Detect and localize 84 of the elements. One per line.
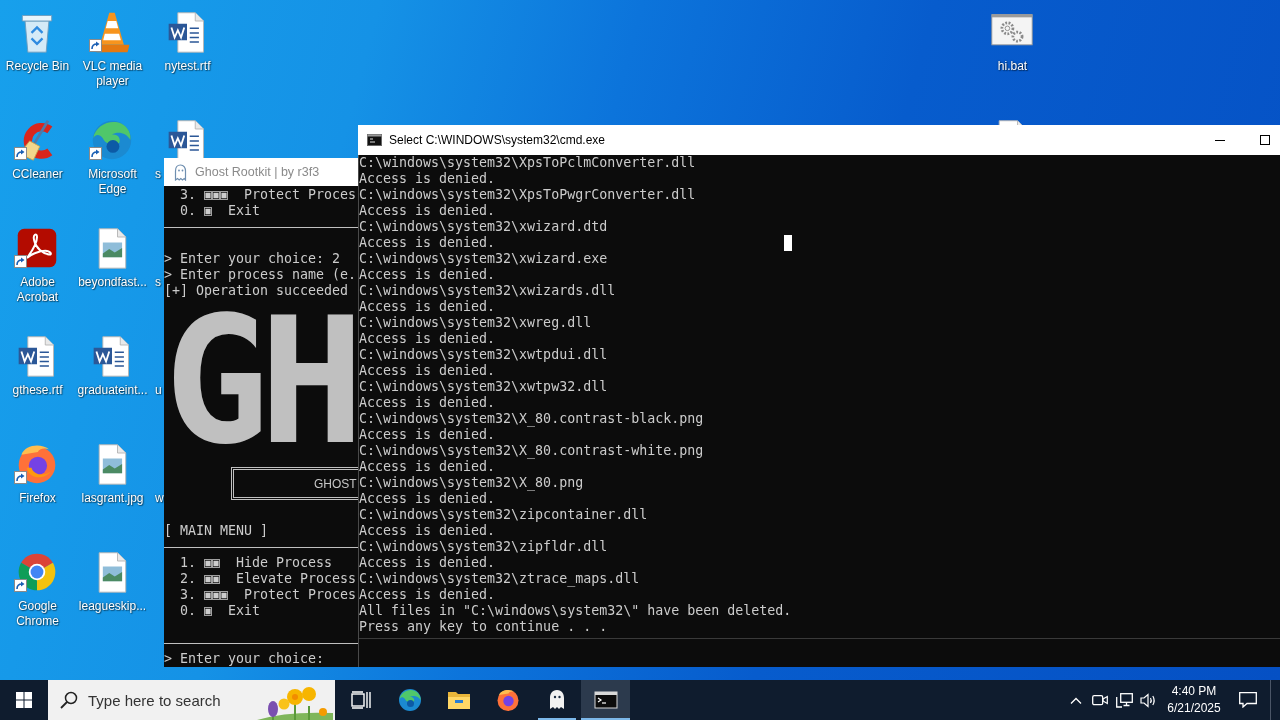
desktop-icon-label[interactable]: Microsoft Edge <box>75 167 150 197</box>
console-line: 3. ▣▣▣ Protect Proces <box>180 187 357 203</box>
windows-logo-icon <box>16 692 32 708</box>
console-line: C:\windows\system32\X_80.contrast-white.png <box>359 443 704 459</box>
banner-title: GHOST <box>314 475 357 492</box>
console-line: Access is denied. <box>359 555 496 571</box>
block-cursor-icon <box>784 235 792 251</box>
acrobat-icon[interactable] <box>15 226 59 270</box>
console-line: Access is denied. <box>359 267 496 283</box>
desktop-icon-label[interactable]: s <box>155 167 161 182</box>
window-title: Select C:\WINDOWS\system32\cmd.exe <box>389 133 606 147</box>
console-line: > Enter your choice: <box>164 651 325 667</box>
desktop-icon-label[interactable]: beyondfast... <box>78 275 147 290</box>
terminal-icon <box>593 688 618 712</box>
console-line: 1. ▣▣ Hide Process <box>180 555 333 571</box>
window-title: Ghost Rootkit | by r3f3 <box>195 165 320 179</box>
console-line: 0. ▣ Exit <box>180 603 261 619</box>
console-line: C:\windows\system32\xwreg.dll <box>359 315 592 331</box>
console-line: C:\windows\system32\xwtpdui.dll <box>359 347 608 363</box>
console-line: All files in "C:\windows\system32\" have been deleted. <box>359 603 792 619</box>
console-line: C:\windows\system32\X_80.png <box>359 475 584 491</box>
console-line: Access is denied. <box>359 395 496 411</box>
console-line: > Enter your choice: 2 <box>164 251 341 267</box>
ghost-icon <box>173 163 188 181</box>
console-line: 0. ▣ Exit <box>180 203 261 219</box>
console-line: C:\windows\system32\xwizard.exe <box>359 251 608 267</box>
notification-icon[interactable] <box>1239 692 1257 708</box>
desktop-icon-label[interactable]: gthese.rtf <box>12 383 63 398</box>
desktop-icon-label[interactable]: VLC media player <box>75 59 150 89</box>
console-line: > Enter process name (e. <box>164 267 357 283</box>
terminal-icon <box>367 134 382 146</box>
desktop-icon-label[interactable]: graduateint... <box>77 383 148 398</box>
console-line: Access is denied. <box>359 299 496 315</box>
console-line: 2. ▣▣ Elevate Process <box>180 571 357 587</box>
console-line: Access is denied. <box>359 363 496 379</box>
search-icon <box>60 691 78 709</box>
desktop-icon-label[interactable]: Firefox <box>19 491 56 506</box>
console-line: C:\windows\system32\X_80.contrast-black.png <box>359 411 704 427</box>
console-line: C:\windows\system32\xwizards.dll <box>359 283 616 299</box>
console-line: C:\windows\system32\ztrace_maps.dll <box>359 571 640 587</box>
edge-icon <box>397 688 422 712</box>
network-icon[interactable] <box>1115 692 1133 708</box>
console-line: C:\windows\system32\zipcontainer.dll <box>359 507 648 523</box>
desktop-icon-label[interactable]: CCleaner <box>12 167 63 182</box>
desktop-icon-label[interactable]: u <box>155 383 162 398</box>
desktop-icon-label[interactable]: Adobe Acrobat <box>0 275 75 305</box>
console-line: Press any key to continue . . . <box>359 619 608 635</box>
desktop-icon-label[interactable]: lasgrant.jpg <box>81 491 144 506</box>
console-line: 3. ▣▣▣ Protect Proces <box>180 587 357 603</box>
desktop-icon-label[interactable]: hi.bat <box>997 59 1028 74</box>
edge-icon[interactable] <box>90 118 134 162</box>
console-line: C:\windows\system32\zipfldr.dll <box>359 539 608 555</box>
console-line: C:\windows\system32\xwizard.dtd <box>359 219 608 235</box>
console-line: Access is denied. <box>359 203 496 219</box>
desktop-icon-label[interactable]: s <box>155 275 161 290</box>
task-view-icon <box>350 691 371 709</box>
firefox-icon <box>495 688 520 712</box>
console-line: Access is denied. <box>359 491 496 507</box>
minimize-icon <box>1215 139 1225 141</box>
chevron-up-icon[interactable] <box>1070 696 1082 704</box>
console-line: Access is denied. <box>359 427 496 443</box>
desktop-icon-label[interactable]: leagueskip... <box>78 599 147 614</box>
console-line: Access is denied. <box>359 587 496 603</box>
desktop-icon-label[interactable]: Google Chrome <box>0 599 75 629</box>
search-field[interactable]: Type here to search <box>48 680 335 720</box>
console-line: Access is denied. <box>359 235 496 251</box>
console-line: C:\windows\system32\XpsToPwgrConverter.dll <box>359 187 696 203</box>
video-camera-icon[interactable] <box>1092 693 1108 707</box>
clock-button[interactable]: 4:40 PM 6/21/2025 <box>1160 680 1228 720</box>
desktop-icon-label[interactable]: w <box>155 491 164 506</box>
console-line: [ MAIN MENU ] <box>164 523 269 539</box>
desktop-icon-label[interactable]: Recycle Bin <box>5 59 70 74</box>
desktop-icon-label[interactable]: nytest.rtf <box>164 59 211 74</box>
console-line: [+] Operation succeeded <box>164 283 349 299</box>
console-line: Access is denied. <box>359 331 496 347</box>
console-line: Access is denied. <box>359 171 496 187</box>
maximize-icon <box>1260 135 1270 145</box>
console-line: C:\windows\system32\xwtpw32.dll <box>359 379 608 395</box>
volume-icon[interactable] <box>1139 692 1157 708</box>
taskbar-button[interactable] <box>581 680 630 720</box>
console-line: C:\windows\system32\XpsToPclmConverter.dll <box>359 155 696 171</box>
console-line: Access is denied. <box>359 523 496 539</box>
console-line: Access is denied. <box>359 459 496 475</box>
ascii-art-text: GH <box>164 299 355 459</box>
